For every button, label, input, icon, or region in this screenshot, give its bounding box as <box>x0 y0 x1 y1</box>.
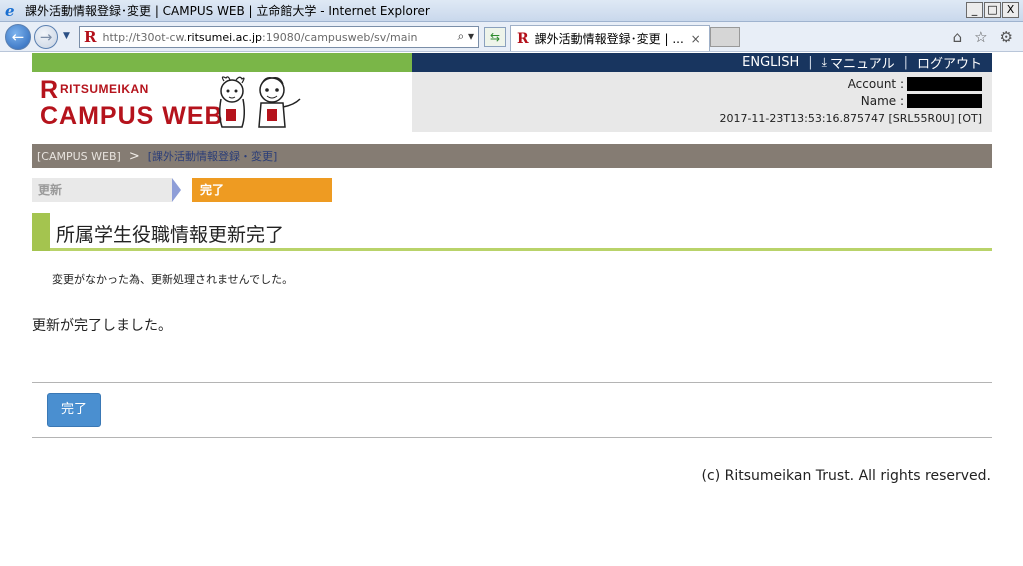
back-button[interactable]: ← <box>5 24 31 50</box>
window-titlebar: e 課外活動情報登録･変更 | CAMPUS WEB | 立命館大学 - Int… <box>0 0 1023 22</box>
window-title: 課外活動情報登録･変更 | CAMPUS WEB | 立命館大学 - Inter… <box>25 4 430 18</box>
back-icon: ← <box>11 28 25 46</box>
logo-r-mark: R <box>40 76 59 104</box>
account-panel: Account : Name : 2017-11-23T13:53:16.875… <box>412 72 992 132</box>
page-title: 所属学生役職情報更新完了 <box>56 224 285 246</box>
title-accent-bar <box>32 213 50 251</box>
site-logo[interactable]: R RITSUMEIKAN CAMPUS WEB <box>32 72 412 132</box>
logo-campus-web-text: CAMPUS WEB <box>40 102 224 130</box>
logout-link[interactable]: ログアウト <box>917 53 982 72</box>
maximize-button[interactable]: □ <box>984 2 1001 18</box>
page-title-block: 所属学生役職情報更新完了 <box>32 213 992 251</box>
nav-separator: | <box>903 55 908 70</box>
account-value-redacted <box>907 77 982 91</box>
browser-tab-active[interactable]: R 課外活動情報登録･変更 | ... × <box>510 25 710 51</box>
refresh-icon: ⇆ <box>489 30 501 44</box>
step-complete-current: 完了 <box>192 178 332 202</box>
completion-message: 更新が完了しました。 <box>32 318 172 334</box>
window-controls: _ □ X <box>966 2 1019 18</box>
tab-title: 課外活動情報登録･変更 | ... <box>534 32 684 46</box>
header-green-strip <box>32 53 412 72</box>
mascot-characters-image <box>218 76 301 128</box>
settings-icon[interactable]: ⚙ <box>1000 28 1013 46</box>
forward-icon: → <box>39 28 53 46</box>
page-content: ENGLISH | ⤓ マニュアル | ログアウト R RITSUMEIKAN … <box>0 53 1023 566</box>
step-arrow-icon <box>172 178 181 202</box>
breadcrumb-current[interactable]: [課外活動情報登録・変更] <box>148 148 278 164</box>
divider <box>32 437 992 438</box>
top-navigation: ENGLISH | ⤓ マニュアル | ログアウト <box>412 53 992 72</box>
logo-ritsumeikan-text: RITSUMEIKAN <box>60 82 149 96</box>
name-value-redacted <box>907 94 982 108</box>
minimize-button[interactable]: _ <box>966 2 983 18</box>
divider <box>32 382 992 383</box>
tab-favicon: R <box>517 30 529 47</box>
refresh-button[interactable]: ⇆ <box>484 27 506 47</box>
account-label: Account : <box>847 77 904 91</box>
breadcrumb-separator: > <box>128 148 140 164</box>
browser-tool-icons: ⌂ ☆ ⚙ <box>953 28 1013 46</box>
favorites-icon[interactable]: ☆ <box>974 28 987 46</box>
tab-close-icon[interactable]: × <box>691 32 701 46</box>
address-bar[interactable]: R http://t30ot-cw.ritsumei.ac.jp:19080/c… <box>79 26 479 48</box>
address-url[interactable]: http://t30ot-cw.ritsumei.ac.jp:19080/cam… <box>102 31 417 44</box>
session-timestamp: 2017-11-23T13:53:16.875747 [SRL55R0U] [O… <box>719 112 982 125</box>
close-window-button[interactable]: X <box>1002 2 1019 18</box>
breadcrumb-home-link[interactable]: [CAMPUS WEB] <box>37 150 121 163</box>
history-dropdown-icon[interactable]: ▼ <box>63 31 70 41</box>
name-row: Name : <box>861 94 982 108</box>
copyright-footer: (c) Ritsumeikan Trust. All rights reserv… <box>701 468 991 484</box>
no-change-notice: 変更がなかった為、更新処理されませんでした。 <box>52 273 294 286</box>
manual-link[interactable]: マニュアル <box>830 53 895 72</box>
nav-separator: | <box>808 55 813 70</box>
english-link[interactable]: ENGLISH <box>742 55 799 70</box>
download-icon: ⤓ <box>821 55 827 69</box>
internet-explorer-icon: e <box>5 1 15 20</box>
browser-toolbar: ← → ▼ R http://t30ot-cw.ritsumei.ac.jp:1… <box>0 22 1023 52</box>
new-tab-button[interactable] <box>710 27 740 47</box>
account-row: Account : <box>848 77 982 91</box>
name-label: Name : <box>860 94 904 108</box>
search-icon[interactable]: ⌕ ▾ <box>457 29 474 44</box>
step-update: 更新 <box>32 178 172 202</box>
breadcrumb: [CAMPUS WEB] > [課外活動情報登録・変更] <box>32 144 992 168</box>
forward-button[interactable]: → <box>34 25 58 49</box>
complete-button[interactable]: 完了 <box>47 393 101 427</box>
home-icon[interactable]: ⌂ <box>953 28 963 46</box>
site-favicon: R <box>84 28 97 46</box>
